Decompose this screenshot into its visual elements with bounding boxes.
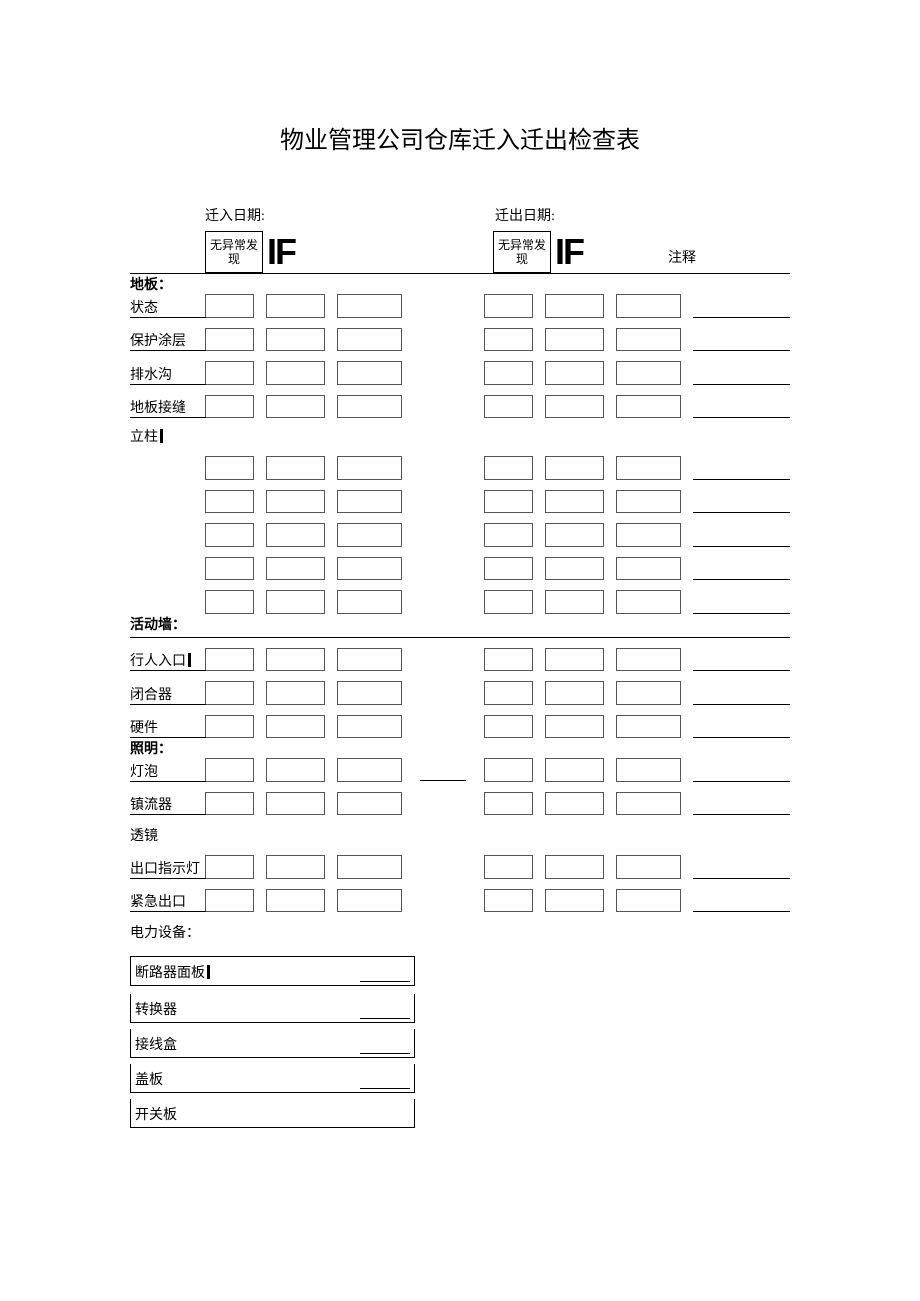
floor-title: 地板：	[130, 274, 790, 295]
no-abnormal-box-in: 无异常发现	[205, 231, 263, 273]
table-row: 闭合器	[130, 682, 790, 705]
no-abnormal-box-out: 无异常发现	[493, 231, 551, 273]
row-label: 开关板	[130, 1099, 415, 1128]
if-box-in: IF	[263, 231, 333, 273]
row-label: 状态	[130, 295, 206, 318]
table-row: 出口指示灯	[130, 856, 790, 879]
table-row: 开关板	[130, 1099, 415, 1128]
header-boxes-row: 无异常发现 IF 无异常发现 IF 注释	[130, 231, 790, 274]
row-label: 镇流器	[130, 792, 206, 815]
table-row	[130, 457, 790, 480]
table-row: 行人入口	[130, 648, 790, 671]
row-label: 行人入口	[130, 648, 206, 671]
page-title: 物业管理公司仓库迁入迁出检查表	[130, 120, 790, 155]
row-label: 灯泡	[130, 759, 206, 782]
row-label: 接线盒	[130, 1029, 415, 1058]
table-row: 硬件	[130, 715, 790, 738]
move-in-date-label: 迁入日期:	[205, 205, 495, 225]
move-out-date-label: 迁出日期:	[495, 205, 555, 225]
electrical-section: 断路器面板 转换器 接线盒 盖板 开关板	[130, 956, 415, 1128]
movable-wall-section: 活动墙： 行人入口 闭合器 硬件	[130, 614, 790, 739]
row-label: 紧急出口	[130, 889, 206, 912]
table-row: 排水沟	[130, 362, 790, 385]
table-row: 灯泡	[130, 759, 790, 782]
movable-wall-title: 活动墙：	[130, 614, 790, 638]
table-row: 镇流器	[130, 792, 790, 815]
table-row: 接线盒	[130, 1029, 415, 1058]
notes-header: 注释	[621, 247, 743, 273]
table-row	[130, 557, 790, 580]
table-row	[130, 591, 790, 614]
lighting-title: 照明：	[130, 738, 790, 759]
row-label: 地板接缝	[130, 395, 206, 418]
pillar-section	[130, 446, 790, 614]
pillar-title: 立柱	[130, 426, 790, 446]
row-label: 盖板	[130, 1064, 415, 1093]
table-row: 地板接缝	[130, 395, 790, 418]
table-row	[130, 490, 790, 513]
table-row: 状态	[130, 295, 790, 318]
row-label: 闭合器	[130, 682, 206, 705]
table-row: 紧急出口	[130, 889, 790, 912]
row-label: 排水沟	[130, 362, 206, 385]
row-label: 转换器	[130, 994, 415, 1023]
table-row: 保护涂层	[130, 328, 790, 351]
electrical-title: 电力设备：	[130, 922, 790, 942]
row-label: 保护涂层	[130, 328, 206, 351]
lighting-section: 照明： 灯泡 镇流器 透镜 出口指示灯	[130, 738, 790, 912]
row-label: 断路器面板	[130, 956, 415, 986]
date-labels-row: 迁入日期: 迁出日期:	[130, 205, 790, 225]
table-row: 盖板	[130, 1064, 415, 1093]
floor-section: 地板： 状态 保护涂层 排水沟 地板接缝	[130, 274, 790, 418]
table-row	[130, 524, 790, 547]
table-row: 断路器面板	[130, 956, 415, 986]
if-box-out: IF	[551, 231, 621, 273]
table-row: 透镜	[130, 825, 790, 845]
table-row: 转换器	[130, 994, 415, 1023]
row-label: 透镜	[130, 825, 206, 845]
document-page: 物业管理公司仓库迁入迁出检查表 迁入日期: 迁出日期: 无异常发现 IF 无异常…	[0, 0, 920, 1301]
row-label: 出口指示灯	[130, 856, 206, 879]
row-label: 硬件	[130, 715, 206, 738]
